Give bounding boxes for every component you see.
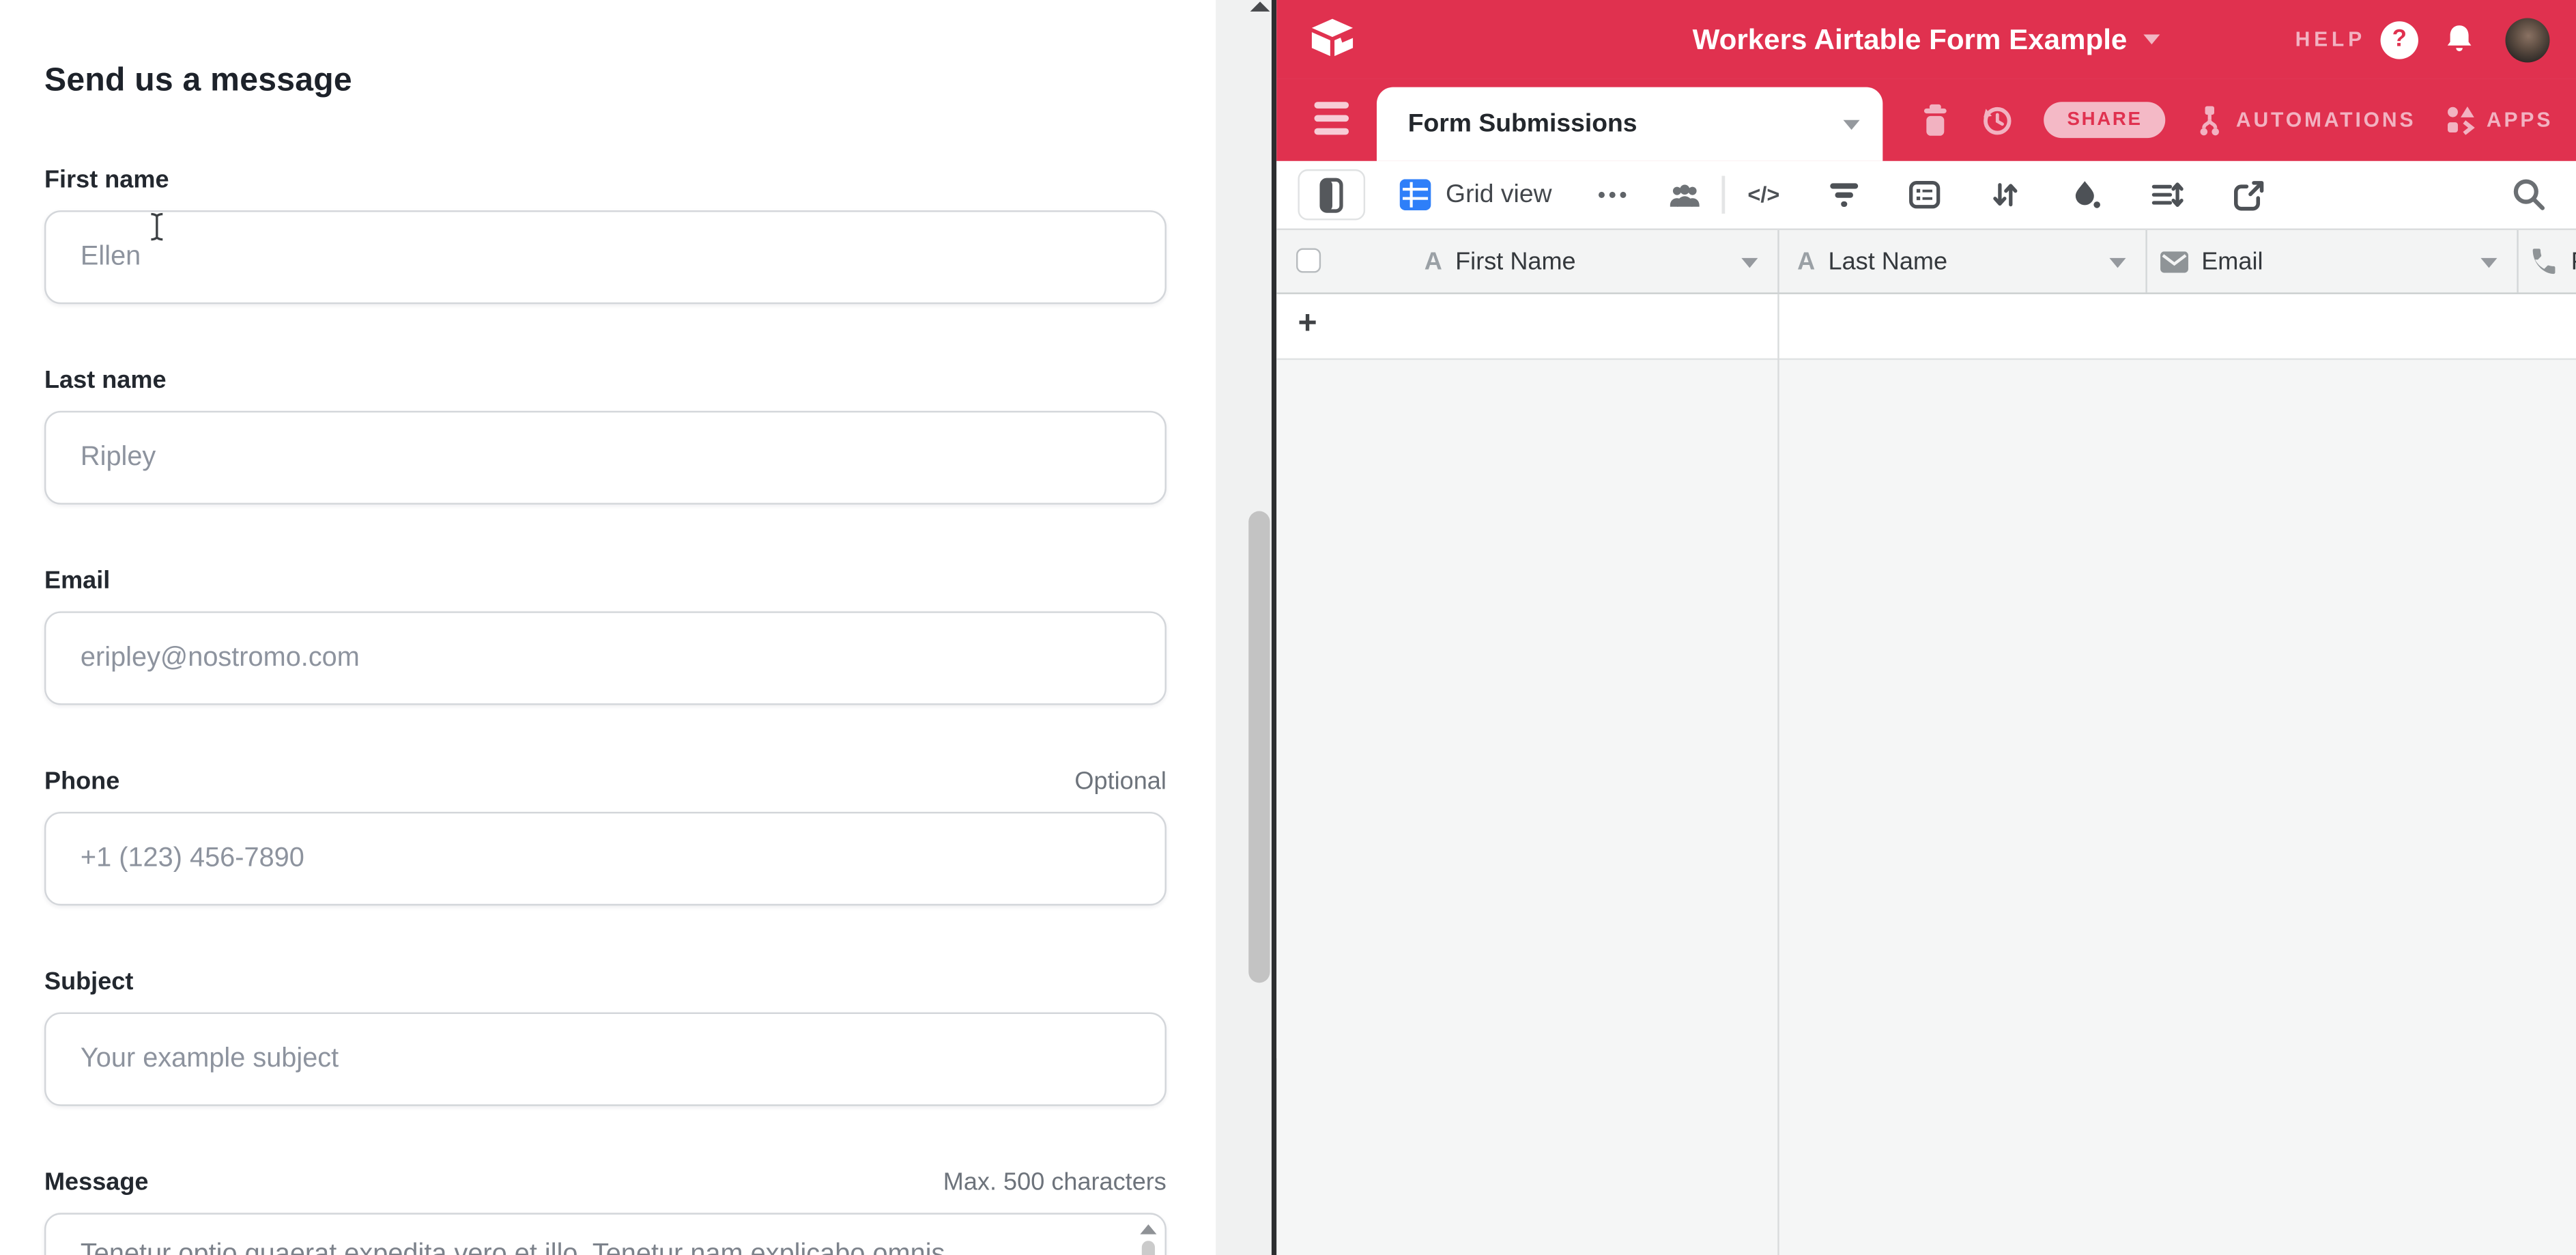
help-button[interactable]: HELP — [2295, 28, 2366, 51]
more-options-button[interactable]: ••• — [1598, 182, 1630, 207]
primary-column-divider — [1777, 294, 1779, 1255]
grid-view-icon[interactable] — [1400, 179, 1431, 210]
trash-icon[interactable] — [1921, 104, 1950, 137]
column-header-first-name[interactable]: A First Name — [1425, 230, 1576, 292]
share-button[interactable]: SHARE — [2044, 102, 2166, 138]
column-menu-chevron-icon[interactable] — [2109, 258, 2126, 268]
color-icon[interactable] — [2070, 179, 2102, 210]
base-title-button[interactable]: Workers Airtable Form Example — [1693, 0, 2160, 79]
airtable-top-bar: Workers Airtable Form Example HELP ? — [1276, 0, 2576, 79]
airtable-pane: Workers Airtable Form Example HELP ? For… — [1272, 0, 2576, 1255]
text-cursor-icon — [148, 212, 166, 241]
apps-button[interactable]: APPS — [2446, 105, 2553, 135]
column-header-last-name[interactable]: A Last Name — [1797, 230, 1947, 292]
form-title: Send us a message — [44, 61, 1216, 100]
textarea-scrollbar[interactable] — [1139, 1224, 1158, 1255]
user-avatar[interactable] — [2506, 17, 2550, 61]
column-separator — [1777, 230, 1779, 292]
screen: Send us a message First name Last name E… — [0, 0, 2576, 1255]
column-header-email[interactable]: Email — [2160, 230, 2263, 292]
notifications-bell-icon[interactable] — [2443, 22, 2476, 57]
subject-input[interactable] — [44, 1013, 1167, 1106]
message-label: Message — [44, 1168, 149, 1198]
apps-icon — [2446, 105, 2475, 135]
phone-input[interactable] — [44, 812, 1167, 905]
share-view-icon[interactable] — [2233, 178, 2266, 211]
airtable-logo-icon[interactable] — [1309, 18, 1355, 59]
tab-bar-actions: SHARE AUTOMATIONS — [1921, 79, 2553, 161]
email-group: Email — [44, 567, 1216, 705]
group-icon[interactable] — [1910, 181, 1941, 209]
grid-header-row: A First Name A Last Name Email — [1276, 229, 2576, 294]
browser-viewport: Send us a message First name Last name E… — [0, 0, 2576, 1255]
first-name-group: First name — [44, 166, 1216, 304]
automations-label: AUTOMATIONS — [2236, 109, 2416, 132]
message-group: Message Max. 500 characters Tenetur opti… — [44, 1168, 1216, 1255]
subject-label: Subject — [44, 968, 133, 998]
panel-icon — [1319, 177, 1344, 213]
toolbar-divider — [1722, 176, 1725, 214]
add-record-row[interactable]: + — [1276, 294, 2576, 360]
email-label: Email — [44, 567, 110, 596]
email-field-icon — [2160, 251, 2188, 272]
email-input[interactable] — [44, 611, 1167, 705]
phone-label: Phone — [44, 767, 119, 797]
first-name-input[interactable] — [44, 210, 1167, 304]
last-name-input[interactable] — [44, 411, 1167, 505]
select-all-checkbox[interactable] — [1296, 248, 1321, 272]
view-name[interactable]: Grid view — [1446, 180, 1552, 210]
contact-form-pane: Send us a message First name Last name E… — [0, 0, 1216, 1255]
text-field-icon: A — [1797, 247, 1815, 275]
row-height-icon[interactable] — [2151, 179, 2184, 210]
active-table-tab[interactable]: Form Submissions — [1377, 87, 1883, 161]
phone-field-icon — [2530, 248, 2558, 274]
column-menu-chevron-icon[interactable] — [2480, 258, 2497, 268]
column-separator — [2517, 230, 2518, 292]
search-icon[interactable] — [2512, 178, 2547, 212]
message-text: Tenetur optio quaerat expedita vero et i… — [81, 1239, 952, 1255]
textarea-scroll-thumb[interactable] — [1142, 1241, 1155, 1255]
table-tab-label: Form Submissions — [1408, 109, 1637, 139]
phone-group: Phone Optional — [44, 767, 1216, 905]
column-header-phone[interactable]: Phone — [2530, 230, 2576, 292]
page-scrollbar-track[interactable] — [1216, 0, 1272, 1255]
menu-icon[interactable] — [1315, 102, 1349, 134]
automations-icon — [2195, 104, 2224, 136]
apps-label: APPS — [2487, 109, 2553, 132]
column-separator — [2145, 230, 2147, 292]
last-name-group: Last name — [44, 367, 1216, 505]
history-icon[interactable] — [1980, 102, 2015, 137]
toolbar-icons: </> — [1747, 178, 2265, 211]
phone-optional-hint: Optional — [1074, 767, 1166, 797]
last-name-label: Last name — [44, 367, 167, 396]
code-view-button[interactable]: </> — [1747, 182, 1779, 207]
subject-group: Subject — [44, 968, 1216, 1106]
first-name-label: First name — [44, 166, 169, 195]
sort-icon[interactable] — [1990, 179, 2021, 210]
view-toolbar: Grid view ••• </> — [1276, 161, 2576, 229]
scroll-up-arrow-icon[interactable] — [1140, 1224, 1156, 1234]
column-menu-chevron-icon[interactable] — [1741, 258, 1758, 268]
collaborators-icon[interactable] — [1670, 182, 1701, 208]
page-scrollbar-thumb[interactable] — [1248, 511, 1270, 983]
top-bar-actions: HELP ? — [2295, 0, 2550, 79]
automations-button[interactable]: AUTOMATIONS — [2195, 104, 2416, 136]
filter-icon[interactable] — [1829, 181, 1861, 209]
sidebar-toggle-button[interactable] — [1298, 169, 1365, 221]
table-tab-bar: Form Submissions SHARE — [1276, 79, 2576, 161]
add-record-plus-icon[interactable]: + — [1298, 306, 1317, 343]
chevron-down-icon — [2143, 35, 2160, 44]
message-textarea[interactable]: Tenetur optio quaerat expedita vero et i… — [44, 1213, 1167, 1255]
base-title: Workers Airtable Form Example — [1693, 22, 2128, 57]
help-question-icon[interactable]: ? — [2381, 20, 2418, 58]
grid-empty-area — [1276, 360, 2576, 1058]
chevron-down-icon — [1844, 119, 1860, 128]
scrollbar-up-arrow-icon[interactable] — [1250, 1, 1270, 11]
message-maxchars-hint: Max. 500 characters — [943, 1168, 1167, 1198]
text-field-icon: A — [1425, 247, 1442, 275]
